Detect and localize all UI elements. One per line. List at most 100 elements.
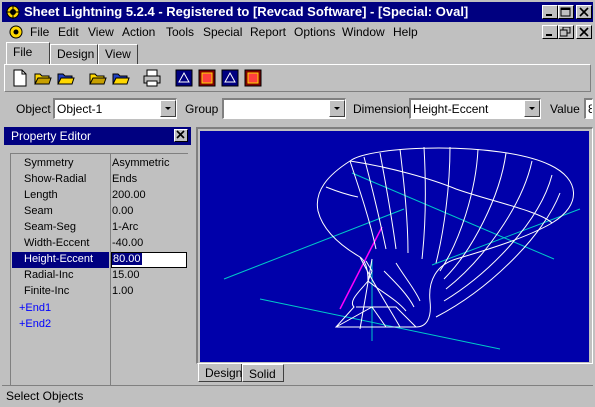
close-icon xyxy=(579,27,589,37)
mdi-close-button[interactable] xyxy=(576,25,592,39)
property-value: 0.00 xyxy=(112,205,134,217)
object-select[interactable]: Object-1 xyxy=(53,98,177,119)
menu-help[interactable]: Help xyxy=(393,25,418,39)
wireframe-drawing xyxy=(223,146,581,350)
mdi-minimize-button[interactable] xyxy=(542,25,558,39)
menu-tools[interactable]: Tools xyxy=(166,25,194,39)
property-row-symmetry[interactable]: Symmetry Asymmetric xyxy=(11,156,188,172)
property-row-length[interactable]: Length 200.00 xyxy=(11,188,188,204)
save-button[interactable] xyxy=(110,67,132,89)
property-row-seam-seg[interactable]: Seam-Seg 1-Arc xyxy=(11,220,188,236)
document-app-icon[interactable] xyxy=(8,24,24,40)
menu-edit[interactable]: Edit xyxy=(58,25,79,39)
dimension-label: Dimension xyxy=(353,102,410,116)
open-alt-icon xyxy=(89,73,107,85)
view-side-button[interactable] xyxy=(219,67,241,89)
open-file-icon xyxy=(34,73,52,85)
property-row-show-radial[interactable]: Show-Radial Ends xyxy=(11,172,188,188)
menu-special[interactable]: Special xyxy=(203,25,242,39)
property-name: Radial-Inc xyxy=(24,269,74,281)
group-select[interactable] xyxy=(222,98,346,119)
dimension-dropdown-button[interactable] xyxy=(524,100,540,117)
property-value: Ends xyxy=(112,173,138,185)
menu-action[interactable]: Action xyxy=(122,25,155,39)
app-icon[interactable] xyxy=(6,5,20,19)
object-dropdown-button[interactable] xyxy=(160,100,176,117)
tab-file-label: File xyxy=(13,45,33,59)
view-front-button[interactable] xyxy=(173,67,195,89)
property-row-width-eccent[interactable]: Width-Eccent -40.00 xyxy=(11,236,188,252)
property-name: Finite-Inc xyxy=(24,285,70,297)
maximize-button[interactable] xyxy=(558,5,574,19)
ribbon-tabs: File Design View xyxy=(2,42,593,64)
value-input-text: 8 xyxy=(588,102,592,116)
view-red-button[interactable] xyxy=(196,67,218,89)
open-alt-button[interactable] xyxy=(87,67,109,89)
status-text: Select Objects xyxy=(6,389,84,403)
tab-solid-view[interactable]: Solid xyxy=(242,364,284,382)
minimize-button[interactable] xyxy=(542,5,558,19)
property-row-radial-inc[interactable]: Radial-Inc 15.00 xyxy=(11,268,188,284)
group-end1[interactable]: +End1 xyxy=(19,302,51,314)
close-icon xyxy=(176,130,185,139)
property-value: 200.00 xyxy=(112,189,146,201)
property-name: Symmetry xyxy=(24,157,74,169)
chevron-down-icon xyxy=(529,107,535,110)
property-edit-field[interactable]: 80.00 xyxy=(111,252,187,268)
tab-design-view[interactable]: Design xyxy=(198,364,242,382)
tab-file[interactable]: File xyxy=(6,42,50,64)
value-input[interactable]: 8 xyxy=(584,98,593,119)
menu-file[interactable]: File xyxy=(30,25,49,39)
tab-view[interactable]: View xyxy=(98,44,138,64)
property-name: Seam-Seg xyxy=(24,221,76,233)
toolbar xyxy=(4,64,591,92)
group-dropdown-button[interactable] xyxy=(329,100,345,117)
open-folder-button[interactable] xyxy=(55,67,77,89)
new-file-icon xyxy=(13,69,27,87)
axis-lines xyxy=(223,172,581,350)
dimension-select-value: Height-Eccent xyxy=(413,102,489,116)
group-end2[interactable]: +End2 xyxy=(19,318,51,330)
open-file-button[interactable] xyxy=(32,67,54,89)
property-name: Length xyxy=(24,189,58,201)
property-value: Asymmetric xyxy=(112,157,170,169)
menu-bar: File Edit View Action Tools Special Repo… xyxy=(2,22,593,42)
property-edit-value: 80.00 xyxy=(112,253,142,265)
window-title: Sheet Lightning 5.2.4 - Registered to [R… xyxy=(24,4,469,19)
close-icon xyxy=(579,7,589,17)
close-button[interactable] xyxy=(576,5,592,19)
value-label: Value xyxy=(550,102,580,116)
group-label: Group xyxy=(185,102,219,116)
drawing-canvas[interactable] xyxy=(200,131,589,362)
dimension-select[interactable]: Height-Eccent xyxy=(409,98,541,119)
property-editor: Property Editor Symmetry Asymmetric Show… xyxy=(4,127,191,386)
property-name: Seam xyxy=(24,205,53,217)
property-name: Width-Eccent xyxy=(24,237,90,249)
property-editor-title: Property Editor xyxy=(11,129,92,143)
object-label: Object xyxy=(16,102,51,116)
save-icon xyxy=(112,73,130,85)
tab-design[interactable]: Design xyxy=(50,44,98,64)
property-value: 1.00 xyxy=(112,285,134,297)
new-file-button[interactable] xyxy=(9,67,31,89)
menu-view[interactable]: View xyxy=(88,25,114,39)
view-red-icon xyxy=(198,69,216,87)
tab-view-label: View xyxy=(105,47,131,61)
property-row-height-eccent[interactable]: Height-Eccent 80.00 xyxy=(11,252,188,268)
print-button[interactable] xyxy=(141,67,163,89)
menu-window[interactable]: Window xyxy=(342,25,385,39)
menu-report[interactable]: Report xyxy=(250,25,286,39)
property-row-finite-inc[interactable]: Finite-Inc 1.00 xyxy=(11,284,188,300)
property-grid: Symmetry Asymmetric Show-Radial Ends Len… xyxy=(10,153,188,386)
property-editor-titlebar[interactable]: Property Editor xyxy=(4,127,191,145)
property-editor-close-button[interactable] xyxy=(174,129,188,142)
property-row-seam[interactable]: Seam 0.00 xyxy=(11,204,188,220)
restore-icon xyxy=(560,27,571,37)
menu-options[interactable]: Options xyxy=(294,25,335,39)
status-bar: Select Objects xyxy=(2,385,593,405)
view-red2-button[interactable] xyxy=(242,67,264,89)
print-icon xyxy=(143,69,161,87)
seam-line xyxy=(339,226,383,310)
mdi-restore-button[interactable] xyxy=(558,25,574,39)
title-bar[interactable]: Sheet Lightning 5.2.4 - Registered to [R… xyxy=(2,2,593,22)
